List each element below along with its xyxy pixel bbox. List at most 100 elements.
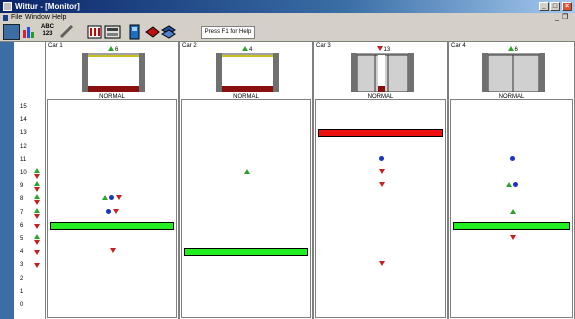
child-restore-icon[interactable]: ❐	[562, 13, 568, 23]
floor-number: 9	[20, 183, 24, 190]
floor-number: 12	[20, 143, 27, 150]
floor-row: 7	[14, 207, 45, 220]
floor-row: 3	[14, 259, 45, 272]
minimize-button[interactable]: _	[539, 2, 549, 11]
maximize-button[interactable]: □	[550, 2, 560, 11]
stack-icon[interactable]	[160, 24, 177, 40]
menu-window[interactable]: Window	[25, 13, 50, 23]
phone-icon[interactable]	[126, 24, 143, 40]
car-position-bar	[50, 221, 174, 230]
floor-number: 15	[20, 104, 27, 110]
abc-number: 123	[42, 31, 53, 37]
title-bar: Wittur - [Monitor] _ □ ×	[0, 0, 575, 13]
direction-up-icon	[242, 46, 248, 51]
floor-number: 1	[20, 288, 24, 295]
car-label: Car 2	[182, 43, 197, 49]
floor-row: 5	[14, 233, 45, 246]
floor-number: 10	[20, 170, 27, 176]
hoistway	[450, 99, 573, 318]
grid-icon[interactable]	[86, 24, 103, 40]
car-call-icon	[509, 155, 515, 161]
monitor-icon[interactable]	[3, 24, 20, 40]
down-call-icon	[116, 195, 122, 201]
hall-call-up-down-icon[interactable]	[34, 234, 40, 245]
bar-chart-icon[interactable]	[21, 24, 38, 40]
floor-row: 15	[14, 101, 45, 114]
hall-call-down-icon[interactable]	[34, 250, 40, 256]
hall-call-up-down-icon[interactable]	[34, 181, 40, 193]
book-icon[interactable]	[144, 24, 161, 40]
abc-icon[interactable]: ABC 123	[39, 24, 56, 40]
hall-call-up-down-icon[interactable]	[34, 207, 40, 219]
car-panel-2: Car 2 4 NORMAL	[179, 42, 313, 319]
car-label: Car 1	[48, 43, 63, 49]
menu-bar: File Window Help _ ❐	[0, 13, 575, 23]
doc-icon	[3, 15, 8, 21]
floor-row: 11	[14, 154, 45, 167]
car-door-view	[216, 53, 279, 92]
floor-row: 6	[14, 220, 45, 233]
car-position-bar	[453, 221, 570, 230]
floor-row: 4	[14, 246, 45, 259]
help-text-box: Press F1 for Help	[201, 26, 255, 39]
up-call-icon	[509, 208, 516, 214]
direction-up-icon	[507, 46, 514, 51]
floor-number: 6	[20, 222, 24, 229]
floor-row: 9	[14, 180, 45, 193]
floor-row: 10	[14, 167, 45, 180]
car-label: Car 3	[316, 43, 331, 49]
menu-file[interactable]: File	[11, 13, 22, 23]
hoistway	[181, 99, 311, 318]
floor-number: 4	[20, 249, 24, 256]
toolbar: ABC 123 Press F1 for Help	[0, 23, 575, 42]
floor-row: 2	[14, 273, 45, 286]
hall-call-up-down-icon[interactable]	[34, 168, 40, 179]
close-button[interactable]: ×	[562, 2, 572, 11]
floor-number: 5	[20, 236, 24, 242]
menu-help[interactable]: Help	[52, 13, 66, 23]
car-position-bar	[184, 248, 308, 257]
down-call-icon	[110, 248, 116, 254]
hall-call-down-icon[interactable]	[34, 223, 40, 229]
hoistway	[315, 99, 446, 318]
floor-row: 0	[14, 299, 45, 312]
floor-number: 11	[20, 156, 27, 163]
floor-number: 8	[20, 196, 24, 203]
direction-down-icon	[376, 46, 383, 51]
calculator-icon[interactable]	[104, 24, 121, 40]
car-call-icon	[106, 208, 111, 214]
down-call-icon	[378, 169, 385, 174]
floor-number: 7	[20, 209, 24, 216]
car-door-view	[350, 53, 414, 93]
car-label: Car 4	[451, 43, 466, 49]
hall-call-down-icon[interactable]	[34, 263, 40, 269]
floor-row: 13	[14, 127, 45, 140]
car-call-icon	[109, 195, 114, 201]
up-call-icon	[244, 169, 250, 174]
hall-call-up-down-icon[interactable]	[34, 194, 40, 206]
up-call-icon	[102, 195, 108, 201]
car-panel-4: Car 4 6 NORMAL	[448, 42, 575, 319]
car-call-icon	[512, 182, 518, 188]
direction-up-icon	[108, 46, 114, 51]
pencil-icon[interactable]	[58, 24, 75, 40]
car-panel-1: Car 1 6 NORMAL	[45, 42, 179, 319]
car-panel-3: Car 3 13 NORMAL	[313, 42, 448, 319]
floor-number: 3	[20, 262, 24, 269]
floor-row: 12	[14, 141, 45, 154]
monitor-panel: 15 14 13 12 11 10 9 8 7 6 5 4 3 2 1 0 Car 1 6 NORMAL Car 2…	[14, 42, 575, 319]
down-call-icon	[378, 261, 385, 267]
car-position-bar	[318, 129, 443, 138]
floor-number: 2	[20, 275, 24, 282]
abc-label: ABC	[41, 24, 54, 30]
up-call-icon	[505, 182, 512, 188]
car-door-view	[481, 53, 545, 93]
hoistway	[47, 99, 177, 318]
child-minimize-icon[interactable]: _	[555, 13, 559, 23]
floor-column: 15 14 13 12 11 10 9 8 7 6 5 4 3 2 1 0	[14, 42, 45, 319]
down-call-icon	[509, 235, 516, 240]
down-call-icon	[113, 208, 119, 214]
floor-row: 8	[14, 193, 45, 206]
window-title: Wittur - [Monitor]	[15, 2, 80, 11]
car-door-view	[82, 53, 145, 92]
